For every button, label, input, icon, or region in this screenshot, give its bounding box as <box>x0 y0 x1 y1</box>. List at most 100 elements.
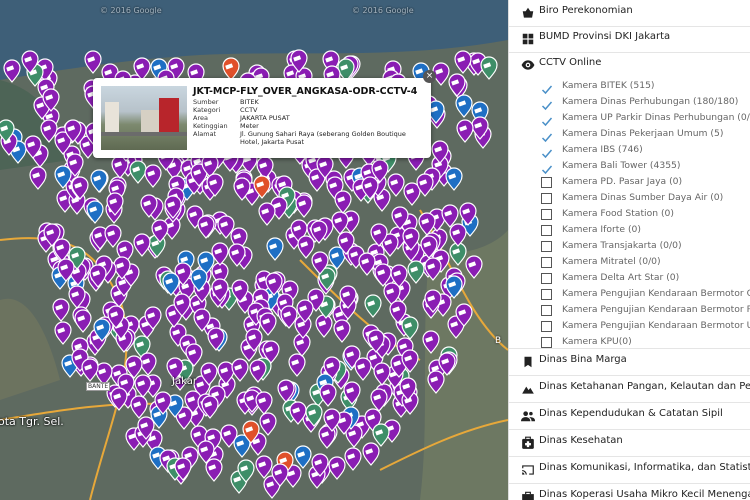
people-icon <box>521 411 535 422</box>
map-view[interactable]: © 2016 Google © 2016 Google ota Tgr. Sel… <box>0 0 508 500</box>
check-icon[interactable] <box>541 97 553 111</box>
cctv-layer-label: Kamera Pengujian Kendaraan Bermotor Cili… <box>562 288 750 299</box>
detail-key: Kategori <box>193 106 221 114</box>
category-ketahanan-pangan[interactable]: Dinas Ketahanan Pangan, Kelautan dan Per… <box>509 376 750 402</box>
cctv-layer-item[interactable]: Kamera Dinas Sumber Daya Air (0) <box>539 191 750 207</box>
cctv-layer-item[interactable]: Kamera Iforte (0) <box>539 223 750 239</box>
checkbox-unchecked[interactable] <box>541 241 552 252</box>
cctv-layer-item[interactable]: Kamera IBS (746) <box>539 143 750 159</box>
cctv-layer-item[interactable]: Kamera Pengujian Kendaraan Bermotor Pulo… <box>539 303 750 319</box>
cast-icon <box>522 465 534 475</box>
cctv-layer-item[interactable]: Kamera Delta Art Star (0) <box>539 271 750 287</box>
mountain-icon <box>522 386 534 394</box>
category-biro-perekonomian[interactable]: Biro Perekonomian <box>509 0 750 26</box>
cctv-layer-label: Kamera Mitratel (0/0) <box>562 256 661 267</box>
category-label: BUMD Provinsi DKI Jakarta <box>539 31 671 42</box>
category-label: Dinas Koperasi Usaha Mikro Kecil Menenga… <box>539 489 750 500</box>
category-label: Dinas Bina Marga <box>539 354 627 365</box>
category-label: Dinas Kesehatan <box>539 435 623 446</box>
cctv-layer-item[interactable]: Kamera BITEK (515) <box>539 79 750 95</box>
cctv-layer-label: Kamera Bali Tower (4355) <box>562 160 681 171</box>
cctv-layer-label: Kamera Dinas Sumber Daya Air (0) <box>562 192 724 203</box>
cctv-layer-label: Kamera PD. Pasar Jaya (0) <box>562 176 683 187</box>
cctv-snapshot-image[interactable] <box>101 86 187 150</box>
briefcase-icon <box>522 491 534 500</box>
check-icon[interactable] <box>541 145 553 159</box>
category-label: Dinas Ketahanan Pangan, Kelautan dan Per… <box>539 381 750 392</box>
category-label: Dinas Komunikasi, Informatika, dan Stati… <box>539 462 750 473</box>
place-label-jakarta: Jakar <box>172 376 197 387</box>
detail-row: Area JAKARTA PUSAT <box>193 114 411 122</box>
cctv-layer-label: Kamera Transjakarta (0/0) <box>562 240 682 251</box>
category-bumd[interactable]: BUMD Provinsi DKI Jakarta <box>509 26 750 52</box>
detail-key: Alamat <box>193 130 217 138</box>
cctv-layer-item[interactable]: Kamera PD. Pasar Jaya (0) <box>539 175 750 191</box>
category-label: CCTV Online <box>539 57 602 68</box>
check-icon[interactable] <box>541 113 553 127</box>
checkbox-unchecked[interactable] <box>541 225 552 236</box>
category-label: Dinas Kependudukan & Catatan Sipil <box>539 408 723 419</box>
cctv-layer-item[interactable]: Kamera Transjakarta (0/0) <box>539 239 750 255</box>
cctv-layer-label: Kamera UP Parkir Dinas Perhubungan (0/26… <box>562 112 750 123</box>
category-koperasi-umkm[interactable]: Dinas Koperasi Usaha Mikro Kecil Menenga… <box>509 484 750 500</box>
cctv-layer-label: Kamera Pengujian Kendaraan Bermotor Ujun… <box>562 320 750 331</box>
cctv-layer-label: Kamera Delta Art Star (0) <box>562 272 680 283</box>
cctv-layer-item[interactable]: Kamera Pengujian Kendaraan Bermotor Ujun… <box>539 319 750 335</box>
camera-info-popup: JKT-MCP-FLY_OVER_ANGKASA-ODR-CCTV-4 Sumb… <box>93 70 436 158</box>
checkbox-unchecked[interactable] <box>541 177 552 188</box>
detail-key: Ketinggian <box>193 122 228 130</box>
check-icon[interactable] <box>541 129 553 143</box>
checkbox-unchecked[interactable] <box>541 209 552 220</box>
category-kesehatan[interactable]: Dinas Kesehatan <box>509 430 750 456</box>
checkbox-unchecked[interactable] <box>541 273 552 284</box>
detail-row: Sumber BITEK <box>193 98 411 106</box>
medical-icon <box>522 436 534 449</box>
detail-key: Sumber <box>193 98 219 106</box>
detail-value: JAKARTA PUSAT <box>240 114 290 122</box>
category-dinas-bina-marga[interactable]: Dinas Bina Marga <box>509 349 750 375</box>
map-watermark: © 2016 Google <box>352 6 414 15</box>
checkbox-unchecked[interactable] <box>541 193 552 204</box>
camera-details-table: Sumber BITEK Kategori CCTV Area JAKARTA PUS… <box>193 98 411 146</box>
cctv-layer-label: Kamera Pengujian Kendaraan Bermotor Pulo… <box>562 304 750 315</box>
category-cctv-online[interactable]: CCTV Online <box>509 52 750 78</box>
cctv-layer-item[interactable]: Kamera Dinas Perhubungan (180/180) <box>539 95 750 111</box>
checkbox-unchecked[interactable] <box>541 289 552 300</box>
cctv-layer-label: Kamera Iforte (0) <box>562 224 641 235</box>
checkbox-unchecked[interactable] <box>541 305 552 316</box>
category-label: Biro Perekonomian <box>539 5 633 16</box>
check-icon[interactable] <box>541 81 553 95</box>
checkbox-unchecked[interactable] <box>541 321 552 332</box>
cctv-layer-label: Kamera Dinas Perhubungan (180/180) <box>562 96 739 107</box>
bookmark-icon <box>524 356 532 368</box>
detail-row: Alamat Jl. Gunung Sahari Raya (seberang G… <box>193 130 411 146</box>
map-watermark: © 2016 Google <box>100 6 162 15</box>
cctv-layer-label: Kamera KPU(0) <box>562 336 632 347</box>
cctv-layer-item[interactable]: Kamera Food Station (0) <box>539 207 750 223</box>
cctv-layer-label: Kamera BITEK (515) <box>562 80 655 91</box>
checkbox-unchecked[interactable] <box>541 337 552 348</box>
road-shield: BANTE <box>86 382 111 391</box>
detail-value: CCTV <box>240 106 258 114</box>
cctv-layer-item[interactable]: Kamera Pengujian Kendaraan Bermotor Cili… <box>539 287 750 303</box>
camera-title: JKT-MCP-FLY_OVER_ANGKASA-ODR-CCTV-4 <box>193 86 418 97</box>
eye-icon <box>521 60 535 70</box>
cctv-layer-label: Kamera Food Station (0) <box>562 208 674 219</box>
check-icon[interactable] <box>541 161 553 175</box>
checkbox-unchecked[interactable] <box>541 257 552 268</box>
detail-value: Meter <box>240 122 259 130</box>
category-kependudukan[interactable]: Dinas Kependudukan & Catatan Sipil <box>509 403 750 429</box>
detail-row: Ketinggian Meter <box>193 122 411 130</box>
close-popup-button[interactable]: × <box>423 70 436 83</box>
category-kominfo[interactable]: Dinas Komunikasi, Informatika, dan Stati… <box>509 457 750 483</box>
grid-icon <box>522 33 534 45</box>
layer-panel: Biro Perekonomian BUMD Provinsi DKI Jaka… <box>508 0 750 500</box>
detail-value: Jl. Gunung Sahari Raya (seberang Golden … <box>240 130 406 146</box>
cctv-layer-item[interactable]: Kamera Dinas Pekerjaan Umum (5) <box>539 127 750 143</box>
cctv-layer-item[interactable]: Kamera Mitratel (0/0) <box>539 255 750 271</box>
cctv-layer-item[interactable]: Kamera UP Parkir Dinas Perhubungan (0/26… <box>539 111 750 127</box>
detail-key: Area <box>193 114 208 122</box>
place-label-tangerang-selatan: ota Tgr. Sel. <box>0 415 64 428</box>
cctv-layer-item[interactable]: Kamera Bali Tower (4355) <box>539 159 750 175</box>
road-shield: B <box>495 336 502 346</box>
